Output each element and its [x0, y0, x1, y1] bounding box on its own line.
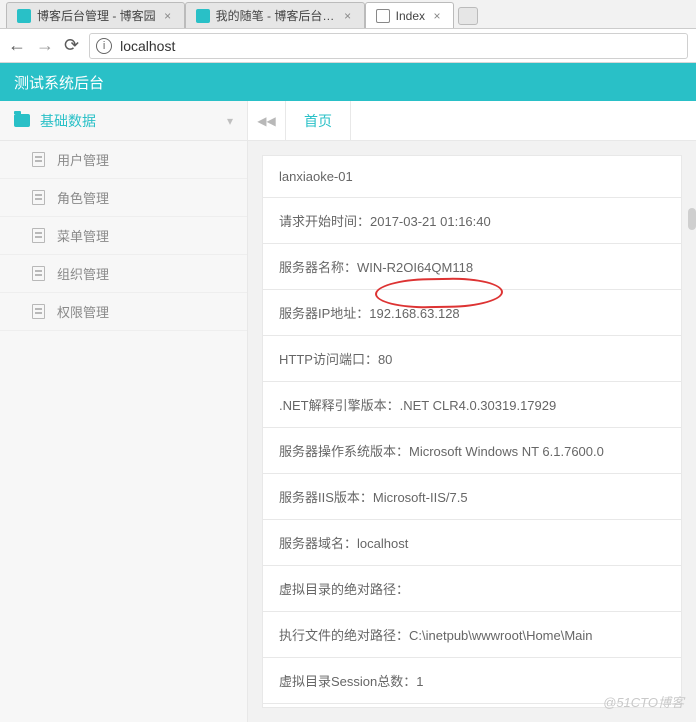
address-bar: ← → ⟳ i localhost [0, 29, 696, 63]
row-value: C:\inetpub\wwwroot\Home\Main [409, 628, 593, 643]
app-header: 测试系统后台 [0, 63, 696, 101]
favicon-icon [17, 9, 31, 23]
chevron-down-icon: ▾ [227, 114, 233, 128]
row-label: .NET解释引擎版本： [279, 398, 400, 413]
sidebar-item-perm-mgmt[interactable]: 权限管理 [0, 293, 247, 331]
main-layout: 基础数据 ▾ 用户管理 角色管理 菜单管理 组织管理 权限管理 ◀◀ [0, 101, 696, 722]
document-icon [32, 228, 45, 243]
row-label: 服务器操作系统版本： [279, 444, 409, 459]
browser-tab-0[interactable]: 博客后台管理 - 博客园 × [6, 2, 185, 28]
info-row-clr: .NET解释引擎版本：.NET CLR4.0.30319.17929 [263, 382, 681, 428]
row-value: 192.168.63.128 [369, 306, 459, 321]
reload-button[interactable]: ⟳ [64, 35, 79, 56]
sidebar-item-label: 用户管理 [57, 150, 109, 169]
row-label: 服务器IIS版本： [279, 490, 373, 505]
sidebar-item-label: 组织管理 [57, 264, 109, 283]
close-icon[interactable]: × [162, 10, 174, 22]
info-row-server-name: 服务器名称：WIN-R2OI64QM118 [263, 244, 681, 290]
sidebar-item-org-mgmt[interactable]: 组织管理 [0, 255, 247, 293]
row-label: 虚拟目录Session总数： [279, 674, 416, 689]
row-label: HTTP访问端口： [279, 352, 378, 367]
collapse-sidebar-button[interactable]: ◀◀ [248, 101, 286, 140]
sidebar-item-menu-mgmt[interactable]: 菜单管理 [0, 217, 247, 255]
scrollbar-thumb[interactable] [688, 208, 696, 230]
info-row-os: 服务器操作系统版本：Microsoft Windows NT 6.1.7600.… [263, 428, 681, 474]
info-row-request-time: 请求开始时间：2017-03-21 01:16:40 [263, 198, 681, 244]
sidebar-item-label: 角色管理 [57, 188, 109, 207]
sidebar: 基础数据 ▾ 用户管理 角色管理 菜单管理 组织管理 权限管理 [0, 101, 248, 722]
sidebar-group-label: 基础数据 [40, 111, 96, 131]
row-value: WIN-R2OI64QM118 [357, 260, 473, 275]
address-field[interactable]: i localhost [89, 33, 688, 59]
sidebar-item-label: 菜单管理 [57, 226, 109, 245]
content-tab-home[interactable]: 首页 [286, 101, 351, 140]
sidebar-item-label: 权限管理 [57, 302, 109, 321]
info-row-exec-path: 执行文件的绝对路径：C:\inetpub\wwwroot\Home\Main [263, 612, 681, 658]
row-value: 80 [378, 352, 392, 367]
document-icon [32, 304, 45, 319]
row-label: 请求开始时间： [279, 214, 370, 229]
tab-title: Index [396, 9, 425, 23]
row-label: 服务器名称： [279, 260, 357, 275]
back-button[interactable]: ← [8, 35, 26, 56]
info-row-host: lanxiaoke-01 [263, 156, 681, 198]
browser-tab-strip: 博客后台管理 - 博客园 × 我的随笔 - 博客后台 - 博 × Index × [0, 0, 696, 28]
document-icon [32, 152, 45, 167]
watermark: @51CTO博客 [603, 692, 684, 711]
content-tab-bar: ◀◀ 首页 [248, 101, 696, 141]
close-icon[interactable]: × [342, 10, 354, 22]
browser-tab-2[interactable]: Index × [365, 2, 454, 28]
favicon-icon [376, 9, 390, 23]
new-tab-button[interactable] [458, 7, 478, 25]
forward-button[interactable]: → [36, 35, 54, 56]
folder-icon [14, 114, 30, 127]
row-value: localhost [357, 536, 408, 551]
address-text: localhost [120, 38, 175, 54]
site-info-icon[interactable]: i [96, 38, 112, 54]
tab-title: 我的随笔 - 博客后台 - 博 [216, 7, 336, 24]
info-panel: lanxiaoke-01 请求开始时间：2017-03-21 01:16:40 … [262, 155, 682, 708]
document-icon [32, 190, 45, 205]
info-row-iis: 服务器IIS版本：Microsoft-IIS/7.5 [263, 474, 681, 520]
row-label: 服务器域名： [279, 536, 357, 551]
sidebar-item-role-mgmt[interactable]: 角色管理 [0, 179, 247, 217]
app-title: 测试系统后台 [14, 72, 104, 93]
row-label: 执行文件的绝对路径： [279, 628, 409, 643]
row-value: 2017-03-21 01:16:40 [370, 214, 491, 229]
row-label: 虚拟目录的绝对路径： [279, 582, 409, 597]
info-row-http-port: HTTP访问端口：80 [263, 336, 681, 382]
row-value: Microsoft-IIS/7.5 [373, 490, 468, 505]
close-icon[interactable]: × [431, 10, 443, 22]
content-tab-label: 首页 [304, 111, 332, 131]
info-row-vdir-abs: 虚拟目录的绝对路径： [263, 566, 681, 612]
row-value: Microsoft Windows NT 6.1.7600.0 [409, 444, 604, 459]
row-value: 1 [416, 674, 423, 689]
host-value: lanxiaoke-01 [279, 169, 353, 184]
info-row-server-ip: 服务器IP地址：192.168.63.128 [263, 290, 681, 336]
browser-chrome: 博客后台管理 - 博客园 × 我的随笔 - 博客后台 - 博 × Index × [0, 0, 696, 29]
browser-tab-1[interactable]: 我的随笔 - 博客后台 - 博 × [185, 2, 365, 28]
sidebar-group-basic-data[interactable]: 基础数据 ▾ [0, 101, 247, 141]
sidebar-item-user-mgmt[interactable]: 用户管理 [0, 141, 247, 179]
row-value: .NET CLR4.0.30319.17929 [400, 398, 557, 413]
info-row-domain: 服务器域名：localhost [263, 520, 681, 566]
tab-title: 博客后台管理 - 博客园 [37, 7, 156, 24]
document-icon [32, 266, 45, 281]
row-label: 服务器IP地址： [279, 306, 369, 321]
favicon-icon [196, 9, 210, 23]
content-area: ◀◀ 首页 lanxiaoke-01 请求开始时间：2017-03-21 01:… [248, 101, 696, 722]
